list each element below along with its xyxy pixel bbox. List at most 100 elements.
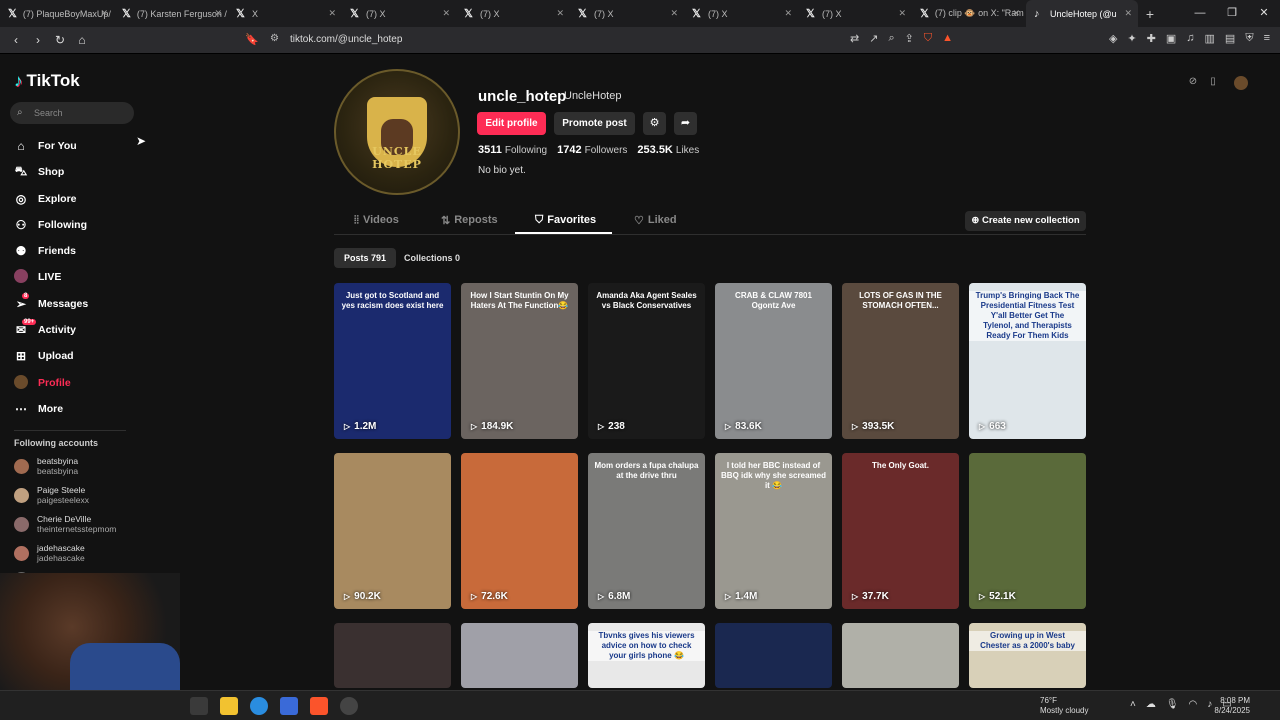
translate-icon[interactable]: ⇄: [850, 32, 859, 45]
video-card[interactable]: [334, 623, 451, 688]
brave-rewards-icon[interactable]: ▲: [942, 32, 953, 45]
sidebar-item-for-you[interactable]: ⌂ For You: [14, 137, 76, 155]
share-icon[interactable]: ⇪: [905, 32, 914, 45]
site-info-icon[interactable]: ⚙: [270, 33, 279, 44]
sidebar-item-upload[interactable]: ⊞ Upload: [14, 347, 74, 365]
browser-tab[interactable]: 𝕏 X ✕: [228, 0, 342, 27]
video-card[interactable]: I told her BBC instead of BBQ idk why sh…: [715, 453, 832, 609]
screenshot-icon[interactable]: ▣: [1166, 32, 1176, 45]
compass-small-icon[interactable]: ⊘: [1186, 76, 1200, 90]
user-avatar-icon[interactable]: [1234, 76, 1248, 90]
tab-favorites[interactable]: ⛉ Favorites: [535, 214, 596, 227]
browser-tab[interactable]: 𝕏 (7) Karsten Ferguson / ✕: [114, 0, 228, 27]
brave-icon[interactable]: [310, 697, 328, 715]
collections-subtab[interactable]: Collections 0: [394, 248, 470, 268]
video-card[interactable]: Tbvnks gives his viewers advice on how t…: [588, 623, 705, 688]
tab-close-icon[interactable]: ✕: [1012, 8, 1020, 19]
sidebar-item-profile[interactable]: Profile: [14, 374, 71, 392]
wallet2-icon[interactable]: ▤: [1225, 32, 1235, 45]
tab-close-icon[interactable]: ✕: [442, 8, 450, 19]
extension-icon[interactable]: ✦: [1127, 32, 1136, 45]
brave-shield-icon[interactable]: ⛉: [924, 32, 932, 45]
wallet-icon[interactable]: ◈: [1109, 32, 1117, 45]
tab-close-icon[interactable]: ✕: [784, 8, 792, 19]
video-card[interactable]: Amanda Aka Agent Seales vs Black Conserv…: [588, 283, 705, 439]
zoom-icon[interactable]: ⌕: [888, 32, 894, 45]
file-explorer-icon[interactable]: [190, 697, 208, 715]
new-tab-icon[interactable]: +: [1138, 6, 1162, 22]
promote-post-button[interactable]: Promote post: [554, 112, 635, 135]
browser-tab[interactable]: 𝕏 (7) X ✕: [456, 0, 570, 27]
puzzle-icon[interactable]: ✚: [1147, 32, 1156, 45]
wifi-icon[interactable]: ◠: [1189, 699, 1198, 710]
weather-widget[interactable]: 76°F Mostly cloudy: [1040, 696, 1088, 716]
restore-icon[interactable]: ❐: [1216, 0, 1248, 27]
following-account[interactable]: Paige Steele paigesteelexx: [14, 485, 89, 505]
video-card[interactable]: The Only Goat. ▷ 37.7K: [842, 453, 959, 609]
search-input[interactable]: ⌕ Search: [10, 102, 134, 124]
close-window-icon[interactable]: ✕: [1248, 0, 1280, 27]
browser-tab[interactable]: 𝕏 (7) X ✕: [798, 0, 912, 27]
settings-icon[interactable]: ⚙: [643, 112, 666, 135]
create-collection-button[interactable]: ⊕ Create new collection: [965, 211, 1086, 231]
mic-icon[interactable]: 🎙: [1166, 699, 1179, 710]
tab-close-icon[interactable]: ✕: [670, 8, 678, 19]
browser-tab[interactable]: 𝕏 (7) clip 🐵 on X: "Ram ✕: [912, 0, 1026, 27]
chevron-up-icon[interactable]: ˄: [1130, 699, 1136, 710]
open-external-icon[interactable]: ↗: [869, 32, 878, 45]
video-card[interactable]: CRAB & CLAW 7801 Ogontz Ave ▷ 83.6K: [715, 283, 832, 439]
sidebar-item-shop[interactable]: ⛍ Shop: [14, 163, 64, 181]
followers-stat[interactable]: 1742 Followers: [557, 144, 627, 156]
forward-icon[interactable]: ›: [28, 33, 48, 47]
tab-liked[interactable]: ♡ Liked: [634, 214, 677, 227]
vpn-icon[interactable]: ⛨: [1245, 32, 1253, 45]
browser-tab[interactable]: 𝕏 (7) PlaqueBoyMaxUp/✕: [0, 0, 114, 27]
tab-close-icon[interactable]: ✕: [556, 8, 564, 19]
sidebar-item-more[interactable]: ⋯ More: [14, 400, 63, 418]
bookmark-icon[interactable]: 🔖: [245, 33, 259, 46]
obs-icon[interactable]: [340, 697, 358, 715]
minimize-icon[interactable]: —: [1184, 0, 1216, 27]
app-icon[interactable]: [280, 697, 298, 715]
url-field[interactable]: tiktok.com/@uncle_hotep: [290, 34, 402, 45]
following-stat[interactable]: 3511 Following: [478, 144, 547, 156]
video-card[interactable]: [842, 623, 959, 688]
tab-close-icon[interactable]: ✕: [898, 8, 906, 19]
following-account[interactable]: Cherie DeVille theinternetsstepmom: [14, 514, 116, 534]
video-card[interactable]: Trump's Bringing Back The Presidential F…: [969, 283, 1086, 439]
home-browser-icon[interactable]: ⌂: [72, 33, 92, 47]
browser-tab[interactable]: ♪ UncleHotep (@u ✕: [1026, 0, 1138, 27]
share-profile-icon[interactable]: ➦: [674, 112, 697, 135]
following-account[interactable]: beatsbyina beatsbyina: [14, 456, 78, 476]
video-card[interactable]: Just got to Scotland and yes racism does…: [334, 283, 451, 439]
video-card[interactable]: How I Start Stuntin On My Haters At The …: [461, 283, 578, 439]
media-icon[interactable]: ♫: [1186, 32, 1194, 45]
tab-close-icon[interactable]: ✕: [214, 8, 222, 19]
posts-subtab[interactable]: Posts 791: [334, 248, 397, 268]
tab-close-icon[interactable]: ✕: [328, 8, 336, 19]
video-card[interactable]: [715, 623, 832, 688]
video-card[interactable]: ▷ 72.6K: [461, 453, 578, 609]
tiktok-logo[interactable]: ♪ TikTok: [14, 71, 80, 91]
video-card[interactable]: Mom orders a fupa chalupa at the drive t…: [588, 453, 705, 609]
browser-tab[interactable]: 𝕏 (7) X ✕: [342, 0, 456, 27]
volume-icon[interactable]: ♪: [1207, 699, 1212, 710]
device-icon[interactable]: ▯: [1206, 76, 1220, 90]
network-icon[interactable]: ☁: [1146, 699, 1156, 710]
tab-videos[interactable]: ⦙⦙ Videos: [354, 214, 399, 227]
tab-reposts[interactable]: ⇅ Reposts: [441, 214, 498, 227]
sidebar-item-messages[interactable]: ➢ 8 Messages: [14, 293, 88, 313]
edge-icon[interactable]: [250, 697, 268, 715]
folder-icon[interactable]: [220, 697, 238, 715]
profile-avatar[interactable]: UNCLE HOTEP: [334, 69, 460, 195]
sidebar-item-friends[interactable]: ⚉ Friends: [14, 242, 76, 260]
clock[interactable]: 8:08 PM 8/24/2025: [1214, 696, 1250, 716]
video-card[interactable]: ▷ 90.2K: [334, 453, 451, 609]
browser-tab[interactable]: 𝕏 (7) X ✕: [570, 0, 684, 27]
video-card[interactable]: ▷ 52.1K: [969, 453, 1086, 609]
following-account[interactable]: jadehascake jadehascake: [14, 543, 85, 563]
back-icon[interactable]: ‹: [6, 33, 26, 47]
video-card[interactable]: [461, 623, 578, 688]
sidebar-icon[interactable]: ▥: [1205, 32, 1215, 45]
edit-profile-button[interactable]: Edit profile: [477, 112, 546, 135]
